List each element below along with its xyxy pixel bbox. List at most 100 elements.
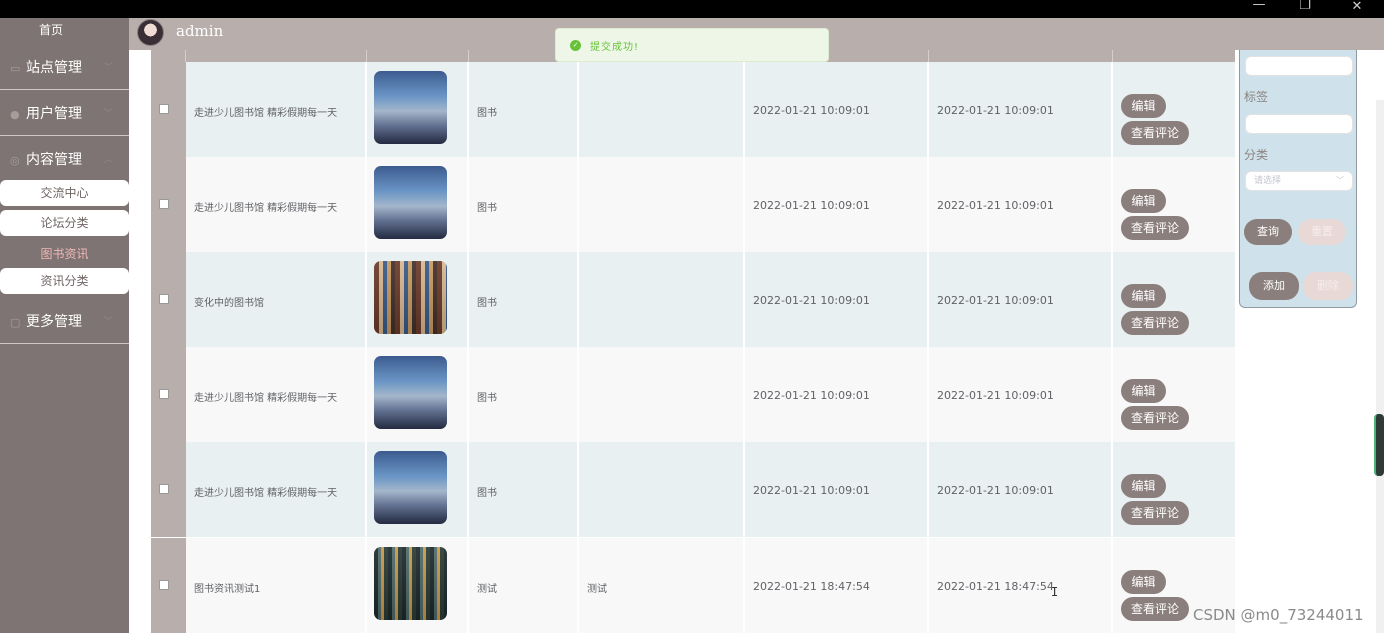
news-content: 测试 <box>587 584 607 595</box>
image-cell <box>367 538 469 633</box>
news-thumbnail[interactable] <box>374 71 447 144</box>
content-cell <box>579 157 745 252</box>
toast-message: 提交成功! <box>590 42 640 53</box>
view-comments-button[interactable]: 查看评论 <box>1121 216 1189 240</box>
header-cell <box>929 50 1113 62</box>
row-checkbox[interactable] <box>159 389 169 399</box>
chevron-down-icon: ﹀ <box>104 63 114 73</box>
sidebar-menu-label: 内容管理 <box>26 152 82 168</box>
created-time-cell: 2022-01-21 10:09:01 <box>745 252 929 347</box>
sidebar-home-link[interactable]: 首页 <box>0 18 102 42</box>
user-icon: ● <box>10 108 20 121</box>
add-button[interactable]: 添加 <box>1249 272 1299 300</box>
sidebar-subitem-forum-category[interactable]: 论坛分类 <box>0 210 129 236</box>
table-row: 变化中的图书馆 图书 2022-01-21 10:09:01 2022-01-21 1… <box>151 252 1235 347</box>
row-checkbox[interactable] <box>159 580 169 590</box>
actions-cell: 编辑 查看评论 <box>1113 157 1235 252</box>
edit-button[interactable]: 编辑 <box>1121 570 1166 594</box>
news-thumbnail[interactable] <box>374 261 447 334</box>
news-thumbnail[interactable] <box>374 356 447 429</box>
table-row: 图书资讯测试1 测试 测试 2022-01-21 18:47:54 2022-01-21… <box>151 538 1235 633</box>
edit-button[interactable]: 编辑 <box>1121 189 1166 213</box>
news-thumbnail[interactable] <box>374 547 447 620</box>
category-cell: 图书 <box>469 442 579 537</box>
content-cell <box>579 62 745 157</box>
table-row: 走进少儿图书馆 精彩假期每一天 图书 2022-01-21 10:09:01 2022… <box>151 442 1235 537</box>
maximize-icon[interactable]: ❐ <box>1282 0 1328 18</box>
category-label: 分类 <box>1244 148 1269 162</box>
actions-cell: 编辑 查看评论 <box>1113 347 1235 442</box>
image-cell <box>367 442 469 537</box>
title-filter-input[interactable] <box>1245 56 1353 76</box>
created-time-cell: 2022-01-21 10:09:01 <box>745 442 929 537</box>
created-time: 2022-01-21 10:09:01 <box>753 294 870 307</box>
edit-button[interactable]: 编辑 <box>1121 94 1166 118</box>
sidebar-menu-site[interactable]: ▭ 站点管理 ﹀ <box>0 46 129 90</box>
sidebar-menu-content[interactable]: ◎ 内容管理 ︿ <box>0 138 129 182</box>
delete-button[interactable]: 删除 <box>1303 272 1353 300</box>
news-title: 走进少儿图书馆 精彩假期每一天 <box>194 203 338 214</box>
news-thumbnail[interactable] <box>374 451 447 524</box>
close-icon[interactable]: ✕ <box>1334 0 1380 18</box>
updated-time: 2022-01-21 10:09:01 <box>937 389 1054 402</box>
row-checkbox-cell <box>151 347 186 442</box>
actions-cell: 编辑 查看评论 <box>1113 62 1235 157</box>
minimize-icon[interactable]: — <box>1236 0 1282 18</box>
copy-icon: ▢ <box>10 316 21 329</box>
table-row: 走进少儿图书馆 精彩假期每一天 图书 2022-01-21 10:09:01 2022… <box>151 157 1235 252</box>
edit-button[interactable]: 编辑 <box>1121 474 1166 498</box>
view-comments-button[interactable]: 查看评论 <box>1121 406 1189 430</box>
updated-time-cell: 2022-01-21 10:09:01 <box>929 252 1113 347</box>
view-comments-button[interactable]: 查看评论 <box>1121 501 1189 525</box>
tag-filter-input[interactable] <box>1245 114 1353 134</box>
updated-time: 2022-01-21 10:09:01 <box>937 104 1054 117</box>
view-comments-button[interactable]: 查看评论 <box>1121 597 1189 621</box>
reset-button[interactable]: 重置 <box>1298 219 1346 245</box>
view-comments-button[interactable]: 查看评论 <box>1121 311 1189 335</box>
news-category: 图书 <box>477 298 497 309</box>
actions-cell: 编辑 查看评论 <box>1113 442 1235 537</box>
row-checkbox-cell <box>151 157 186 252</box>
category-cell: 测试 <box>469 538 579 633</box>
updated-time: 2022-01-21 10:09:01 <box>937 484 1054 497</box>
scrollbar-track[interactable] <box>1376 100 1384 633</box>
updated-time-cell: 2022-01-21 18:47:54 <box>929 538 1113 633</box>
news-thumbnail[interactable] <box>374 166 447 239</box>
updated-time-cell: 2022-01-21 10:09:01 <box>929 442 1113 537</box>
row-checkbox[interactable] <box>159 199 169 209</box>
image-cell <box>367 157 469 252</box>
sidebar-menu-users[interactable]: ● 用户管理 ﹀ <box>0 92 129 136</box>
watermark: CSDN @m0_73244011 <box>1193 606 1364 624</box>
news-category: 图书 <box>477 108 497 119</box>
row-checkbox-cell <box>151 252 186 347</box>
news-title: 图书资讯测试1 <box>194 584 261 595</box>
sidebar-menu-more[interactable]: ▢ 更多管理 ﹀ <box>0 300 129 344</box>
category-select[interactable]: 请选择 ﹀ <box>1245 171 1353 191</box>
updated-time-cell: 2022-01-21 10:09:01 <box>929 347 1113 442</box>
created-time-cell: 2022-01-21 18:47:54 <box>745 538 929 633</box>
row-checkbox[interactable] <box>159 484 169 494</box>
query-button[interactable]: 查询 <box>1244 219 1292 245</box>
category-cell: 图书 <box>469 252 579 347</box>
row-checkbox-cell <box>151 442 186 537</box>
created-time-cell: 2022-01-21 10:09:01 <box>745 157 929 252</box>
avatar[interactable] <box>137 19 164 46</box>
news-table: 走进少儿图书馆 精彩假期每一天 图书 2022-01-21 10:09:01 2022… <box>151 50 1235 633</box>
header-cell <box>186 50 367 62</box>
edit-button[interactable]: 编辑 <box>1121 379 1166 403</box>
content-cell <box>579 442 745 537</box>
view-comments-button[interactable]: 查看评论 <box>1121 121 1189 145</box>
created-time-cell: 2022-01-21 10:09:01 <box>745 62 929 157</box>
sidebar-subitem-book-news[interactable]: 图书资讯 <box>0 241 129 267</box>
sidebar-subitem-news-category[interactable]: 资讯分类 <box>0 268 129 294</box>
tag-label: 标签 <box>1244 90 1269 104</box>
category-cell: 图书 <box>469 62 579 157</box>
row-checkbox[interactable] <box>159 104 169 114</box>
document-icon: ◎ <box>10 154 20 167</box>
edit-button[interactable]: 编辑 <box>1121 284 1166 308</box>
header-cell <box>151 50 186 62</box>
sidebar-subitem-exchange[interactable]: 交流中心 <box>0 180 129 206</box>
actions-cell: 编辑 查看评论 <box>1113 252 1235 347</box>
row-checkbox[interactable] <box>159 294 169 304</box>
scrollbar-thumb[interactable] <box>1374 414 1384 476</box>
